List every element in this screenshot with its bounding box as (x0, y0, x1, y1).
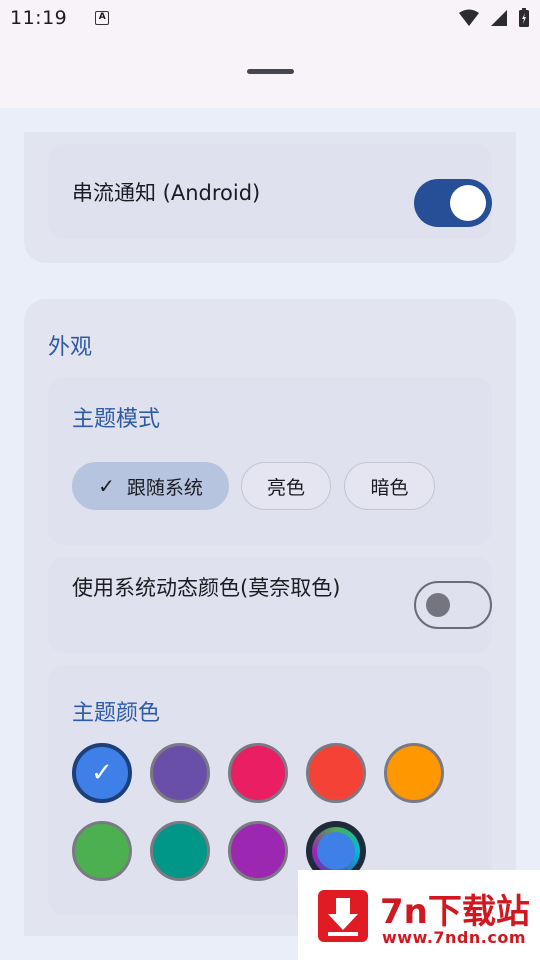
bottom-sheet-header (0, 36, 540, 108)
theme-mode-section: 主题模式 (48, 377, 492, 545)
stream-notification-switch[interactable] (414, 179, 492, 227)
check-icon: ✓ (91, 758, 113, 788)
switch-thumb (426, 593, 450, 617)
check-icon: ✓ (98, 474, 115, 498)
notification-card: 串流通知 (Android) (24, 132, 516, 263)
color-swatch[interactable] (150, 821, 210, 881)
color-swatch[interactable] (72, 821, 132, 881)
dynamic-color-switch[interactable] (414, 581, 492, 629)
theme-color-title: 主题颜色 (72, 701, 161, 726)
notification-icon: A (95, 11, 110, 25)
chip-light[interactable]: 亮色 (241, 462, 331, 510)
status-bar: 11:19 A (0, 0, 540, 36)
watermark: 7n下载站 www.7ndn.com (298, 870, 540, 960)
download-arrow-icon (318, 890, 368, 942)
theme-mode-title: 主题模式 (72, 407, 161, 432)
color-swatch[interactable] (228, 743, 288, 803)
wifi-icon (459, 9, 479, 26)
appearance-title: 外观 (48, 335, 93, 360)
dynamic-color-row[interactable]: 使用系统动态颜色(莫奈取色) (48, 557, 492, 653)
dynamic-color-label: 使用系统动态颜色(莫奈取色) (72, 576, 341, 600)
signal-icon (491, 10, 507, 26)
watermark-title: 7n下载站 (380, 892, 530, 932)
color-swatch[interactable] (228, 821, 288, 881)
color-swatch[interactable] (384, 743, 444, 803)
stream-notification-row[interactable]: 串流通知 (Android) (48, 144, 492, 239)
chip-label: 亮色 (266, 476, 305, 499)
stream-notification-label: 串流通知 (Android) (72, 181, 261, 205)
dynamic-color-swatch-inner (312, 827, 360, 875)
chip-label: 跟随系统 (126, 476, 203, 499)
color-swatch[interactable] (306, 743, 366, 803)
drag-handle[interactable] (247, 69, 294, 74)
switch-thumb (450, 185, 486, 221)
status-time: 11:19 (10, 7, 68, 29)
chip-follow-system[interactable]: ✓ 跟随系统 (72, 462, 229, 510)
watermark-url: www.7ndn.com (382, 928, 526, 947)
chip-dark[interactable]: 暗色 (344, 462, 435, 510)
color-swatch[interactable] (150, 743, 210, 803)
battery-icon (519, 8, 529, 27)
chip-label: 暗色 (370, 476, 409, 499)
color-swatch[interactable]: ✓ (72, 743, 132, 803)
